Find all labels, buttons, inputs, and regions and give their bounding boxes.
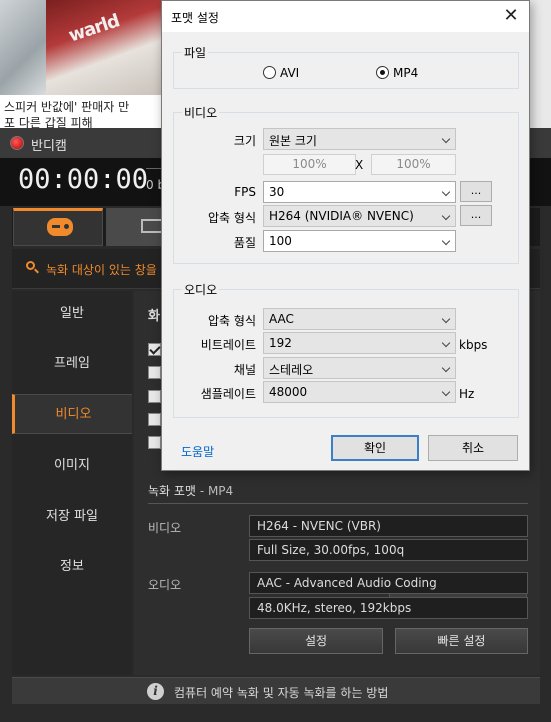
audio-codec-label: 압축 형식 bbox=[208, 314, 256, 328]
screen-mode-button[interactable] bbox=[106, 208, 166, 246]
dialog-titlebar[interactable]: 포맷 설정 ✕ bbox=[162, 1, 529, 32]
format-divider bbox=[148, 503, 528, 504]
audio-summary-label: 오디오 bbox=[148, 578, 182, 592]
channel-value: 스테레오 bbox=[269, 363, 314, 377]
timer-divider bbox=[146, 168, 162, 169]
quality-select[interactable]: 100 bbox=[263, 230, 456, 252]
photo-sign-text: warld bbox=[66, 10, 122, 47]
video-codec-value: H264 (NVIDIA® NVENC) bbox=[269, 209, 414, 223]
video-summary-line1: H264 - NVENC (VBR) bbox=[249, 515, 528, 537]
dialog-title: 포맷 설정 bbox=[171, 11, 219, 25]
chevron-down-icon bbox=[441, 387, 451, 397]
record-format-heading: 녹화 포맷 - MP4 bbox=[148, 482, 233, 499]
bandicam-title: 반디캠 bbox=[31, 139, 67, 154]
bitrate-label: 비트레이트 bbox=[200, 338, 256, 352]
sidebar-item-fps[interactable]: 프레임 bbox=[12, 344, 132, 384]
samplerate-label: 샘플레이트 bbox=[200, 387, 256, 401]
option-checkbox-2[interactable] bbox=[148, 366, 161, 379]
samplerate-unit: Hz bbox=[459, 387, 475, 401]
video-codec-select[interactable]: H264 (NVIDIA® NVENC) bbox=[263, 205, 456, 227]
samplerate-select[interactable]: 48000 bbox=[263, 381, 456, 403]
video-summary-line2: Full Size, 30.00fps, 100q bbox=[249, 539, 528, 561]
audio-summary-line1: AAC - Advanced Audio Coding bbox=[249, 572, 528, 594]
chevron-down-icon bbox=[441, 314, 451, 324]
audio-codec-select[interactable]: AAC bbox=[263, 308, 456, 330]
audio-summary-line2: 48.0KHz, stereo, 192kbps bbox=[249, 597, 528, 619]
close-icon[interactable]: ✕ bbox=[496, 3, 526, 29]
width-field: 100% bbox=[263, 154, 356, 175]
help-link[interactable]: 도움말 bbox=[181, 443, 214, 460]
bitrate-select[interactable]: 192 bbox=[263, 332, 456, 354]
option-checkbox-3[interactable] bbox=[148, 390, 161, 403]
channel-label: 채널 bbox=[233, 363, 256, 377]
video-group-label: 비디오 bbox=[182, 104, 220, 121]
format-settings-dialog: 포맷 설정 ✕ 파일 AVI MP4 비디오 크기 원본 크기 100% X 1… bbox=[161, 0, 530, 471]
audio-group-label: 오디오 bbox=[182, 281, 220, 298]
sidebar-item-video[interactable]: 비디오 bbox=[12, 394, 132, 434]
target-window-text: 녹화 대상이 있는 창을 bbox=[46, 263, 157, 277]
chevron-down-icon bbox=[441, 363, 451, 373]
audio-codec-value: AAC bbox=[269, 312, 294, 326]
fps-select-value: 30 bbox=[269, 185, 285, 199]
record-timer: 00:00:00 bbox=[18, 164, 149, 195]
webpage-scroll-area bbox=[528, 0, 551, 130]
chevron-down-icon bbox=[441, 187, 451, 197]
sidebar-item-about[interactable]: 정보 bbox=[12, 547, 132, 587]
fps-select[interactable]: 30 bbox=[263, 181, 456, 203]
chevron-down-icon bbox=[441, 338, 451, 348]
video-summary-label: 비디오 bbox=[148, 521, 182, 535]
section-title: 화 bbox=[148, 309, 160, 324]
size-select-value: 원본 크기 bbox=[269, 134, 317, 148]
quality-select-value: 100 bbox=[269, 234, 292, 248]
fps-more-button[interactable]: ... bbox=[460, 181, 492, 202]
search-icon bbox=[26, 261, 39, 274]
height-field: 100% bbox=[371, 154, 456, 175]
codec-more-button[interactable]: ... bbox=[460, 205, 492, 226]
news-photo[interactable]: warld bbox=[46, 0, 162, 95]
quality-label: 품질 bbox=[233, 236, 256, 250]
option-checkbox-5[interactable] bbox=[148, 436, 161, 449]
avi-radio[interactable] bbox=[263, 66, 276, 79]
game-mode-button[interactable] bbox=[13, 208, 103, 246]
bitrate-value: 192 bbox=[269, 336, 292, 350]
news-headline-line1[interactable]: 스피커 반값에' 판매자 만 bbox=[4, 98, 129, 115]
chevron-down-icon bbox=[441, 211, 451, 221]
dimension-separator: X bbox=[355, 158, 364, 172]
sidebar-item-image[interactable]: 이미지 bbox=[12, 446, 132, 486]
avi-radio-label[interactable]: AVI bbox=[280, 66, 299, 80]
record-format-value: - MP4 bbox=[199, 484, 234, 498]
channel-select[interactable]: 스테레오 bbox=[263, 357, 456, 379]
chevron-down-icon bbox=[441, 236, 451, 246]
record-icon[interactable] bbox=[10, 136, 24, 150]
monitor-icon bbox=[141, 219, 163, 233]
quick-settings-button[interactable]: 빠른 설정 bbox=[395, 628, 528, 654]
record-format-label: 녹화 포맷 bbox=[148, 484, 196, 498]
option-checkbox-1[interactable] bbox=[148, 343, 161, 356]
gamepad-icon bbox=[47, 218, 73, 236]
sidebar-item-output[interactable]: 저장 파일 bbox=[12, 497, 132, 537]
samplerate-value: 48000 bbox=[269, 385, 308, 399]
mp4-radio[interactable] bbox=[376, 66, 389, 79]
size-select[interactable]: 원본 크기 bbox=[263, 128, 456, 150]
settings-button[interactable]: 설정 bbox=[249, 628, 383, 654]
settings-sidebar: 일반 프레임 비디오 이미지 저장 파일 정보 bbox=[12, 291, 132, 675]
sidebar-item-general[interactable]: 일반 bbox=[12, 294, 132, 334]
bitrate-unit: kbps bbox=[459, 338, 488, 352]
tips-footer-text: 컴퓨터 예약 녹화 및 자동 녹화를 하는 방법 bbox=[174, 686, 389, 700]
tips-footer[interactable]: i 컴퓨터 예약 녹화 및 자동 녹화를 하는 방법 bbox=[12, 677, 540, 704]
news-photo-thumbnail[interactable] bbox=[0, 0, 46, 95]
fps-label: FPS bbox=[234, 185, 256, 199]
info-icon: i bbox=[147, 683, 164, 700]
video-codec-label: 압축 형식 bbox=[208, 211, 256, 225]
mp4-radio-label[interactable]: MP4 bbox=[393, 66, 418, 80]
cancel-button[interactable]: 취소 bbox=[428, 435, 518, 461]
chevron-down-icon bbox=[441, 134, 451, 144]
file-group-label: 파일 bbox=[182, 44, 209, 61]
size-label: 크기 bbox=[233, 134, 256, 148]
ok-button[interactable]: 확인 bbox=[331, 435, 419, 461]
option-checkbox-4[interactable] bbox=[148, 413, 161, 426]
file-group bbox=[173, 52, 519, 89]
